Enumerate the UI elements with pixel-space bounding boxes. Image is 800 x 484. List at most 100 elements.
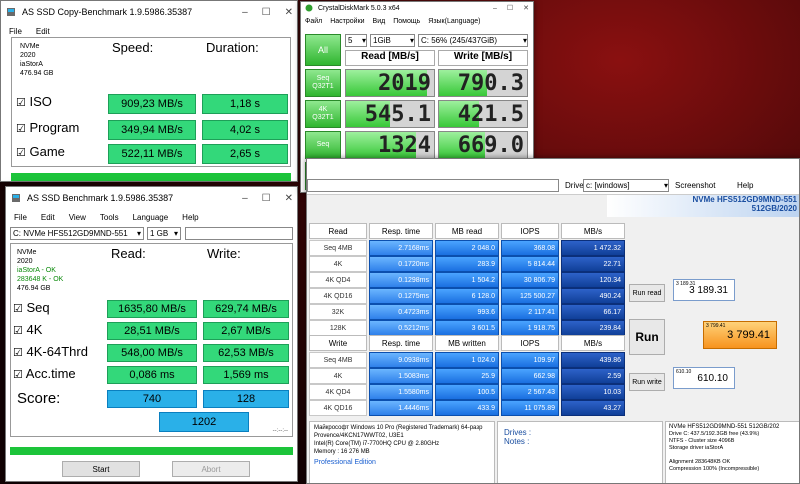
4k-q32t1-write-value: 421.5 — [457, 101, 524, 127]
drv-compression: Compression 100% (Incompressible) — [669, 466, 760, 472]
read-cell: Seq 4MB — [309, 240, 367, 256]
menu-tools[interactable]: Tools — [100, 213, 119, 222]
read-cell: 4K — [309, 256, 367, 272]
read-cell: 120.34 — [561, 272, 625, 288]
run-read-button[interactable]: Run read — [629, 284, 665, 302]
4k64-write: 62,53 MB/s — [203, 344, 289, 362]
sys-memory: Memory : 16 276 MB — [314, 449, 370, 455]
row-iso-label: ☑ ISO — [16, 94, 52, 109]
read-cell: 125 500.27 — [501, 288, 559, 304]
test-4k-q32t1-button[interactable]: 4K Q32T1 — [305, 100, 341, 128]
menu-help[interactable]: Помощь — [393, 18, 420, 25]
maximize-icon[interactable]: ☐ — [262, 193, 271, 204]
checkbox-program[interactable]: ☑ — [16, 123, 26, 135]
minimize-icon[interactable]: – — [242, 7, 248, 18]
maximize-icon[interactable]: ☐ — [262, 7, 271, 18]
menu-language[interactable]: Язык(Language) — [428, 18, 480, 25]
checkbox-4k[interactable]: ☑ — [13, 325, 23, 337]
menu-edit[interactable]: Edit — [36, 27, 50, 36]
driver-status: iaStorA - OK — [17, 267, 56, 274]
test-seq-q32t1-button[interactable]: Seq Q32T1 — [305, 69, 341, 97]
menu-language[interactable]: Language — [133, 213, 169, 222]
start-button[interactable]: Start — [62, 461, 140, 477]
row-seq-label: ☑ Seq — [13, 300, 50, 315]
drive-select[interactable]: C: 56% (245/437GiB) ▾ — [418, 34, 528, 47]
seq-write: 629,74 MB/s — [203, 300, 289, 318]
seq-write: 669.0 — [438, 131, 528, 159]
read-header-2: MB read — [435, 223, 499, 239]
menu-file[interactable]: Файл — [305, 18, 322, 25]
screenshot-button[interactable]: Screenshot — [675, 181, 715, 190]
label-seq: Seq — [26, 300, 50, 315]
size-select[interactable]: 1 GB ▾ — [147, 227, 181, 240]
chevron-down-icon: ▾ — [173, 229, 178, 238]
notes-label: Notes : — [504, 437, 530, 446]
write-cell: 9.0938ms — [369, 352, 433, 368]
drive-select[interactable]: C: NVMe HFS512GD9MND-551 ▾ — [10, 227, 144, 240]
row-program-label: ☑ Program — [16, 120, 79, 135]
all-button[interactable]: All — [305, 34, 341, 66]
size-select[interactable]: 1GiB ▾ — [370, 34, 415, 47]
read-cell: 32K — [309, 304, 367, 320]
write-cell: 100.5 — [435, 384, 499, 400]
maximize-icon[interactable]: ☐ — [507, 4, 513, 12]
4k-read: 28,51 MB/s — [107, 322, 197, 340]
chevron-down-icon: ▾ — [663, 181, 668, 190]
menu-view[interactable]: Вид — [373, 18, 386, 25]
total-score: 3 799.41 3 799.41 — [703, 321, 777, 349]
menu-view[interactable]: View — [69, 213, 86, 222]
write-cell: 109.97 — [501, 352, 559, 368]
run-button[interactable]: Run — [629, 319, 665, 355]
read-cell: 490.24 — [561, 288, 625, 304]
drive-select-value: C: NVMe HFS512GD9MND-551 — [13, 229, 128, 238]
test-seq-button[interactable]: Seq — [305, 131, 341, 159]
score-label: Score: — [17, 390, 61, 407]
write-cell: 1.4446ms — [369, 400, 433, 416]
menu-file[interactable]: File — [9, 27, 22, 36]
menu-file[interactable]: File — [14, 213, 27, 222]
checkbox-seq[interactable]: ☑ — [13, 303, 23, 315]
run-write-button[interactable]: Run write — [629, 373, 665, 391]
benchmark-progress-bar — [10, 447, 293, 455]
close-icon[interactable]: ✕ — [285, 193, 293, 204]
menu-bar: File Edit View Tools Language Help — [6, 209, 297, 225]
anvil-drive-select[interactable]: c: [windows] ▾ — [583, 179, 669, 192]
chevron-down-icon: ▾ — [522, 36, 527, 45]
toolbar-field[interactable] — [307, 179, 559, 192]
4k64-read: 548,00 MB/s — [107, 344, 197, 362]
notes-panel: Drives : Notes : — [497, 421, 663, 483]
checkbox-acc[interactable]: ☑ — [13, 369, 23, 381]
read-cell: 66.17 — [561, 304, 625, 320]
write-header-4: MB/s — [561, 335, 625, 351]
checkbox-game[interactable]: ☑ — [16, 147, 26, 159]
sys-os: Майкрософт Windows 10 Pro (Registered Tr… — [314, 425, 483, 431]
abort-button[interactable]: Abort — [172, 461, 250, 477]
write-header-2: MB written — [435, 335, 499, 351]
model-capacity: 512GB/2020 — [751, 204, 797, 213]
minimize-icon[interactable]: – — [242, 193, 248, 204]
total-score-value: 3 799.41 — [727, 329, 770, 341]
close-icon[interactable]: ✕ — [523, 4, 529, 12]
model-name: NVMe HFS512GD9MND-551 — [692, 195, 797, 204]
anvil-drive-value: c: [windows] — [586, 181, 630, 190]
checkbox-4k64[interactable]: ☑ — [13, 347, 23, 359]
menu-edit[interactable]: Edit — [41, 213, 55, 222]
help-button[interactable]: Help — [737, 181, 753, 190]
write-cell: Seq 4MB — [309, 352, 367, 368]
read-cell: 1 918.75 — [501, 320, 559, 336]
checkbox-iso[interactable]: ☑ — [16, 97, 26, 109]
menu-settings[interactable]: Настройки — [330, 18, 364, 25]
read-cell: 283.9 — [435, 256, 499, 272]
read-cell: 0.4723ms — [369, 304, 433, 320]
minimize-icon[interactable]: – — [493, 5, 497, 12]
copy-progress-bar — [11, 173, 291, 181]
blank-field[interactable] — [185, 227, 293, 240]
seq-q32t1-write-value: 790.3 — [457, 70, 524, 96]
read-cell: 239.84 — [561, 320, 625, 336]
program-speed: 349,94 MB/s — [108, 120, 196, 140]
size-select-value: 1 GB — [150, 229, 169, 238]
close-icon[interactable]: ✕ — [285, 7, 293, 18]
menu-help[interactable]: Help — [182, 213, 198, 222]
read-score-small: 3 189.31 — [676, 281, 696, 287]
count-select[interactable]: 5 ▾ — [345, 34, 367, 47]
